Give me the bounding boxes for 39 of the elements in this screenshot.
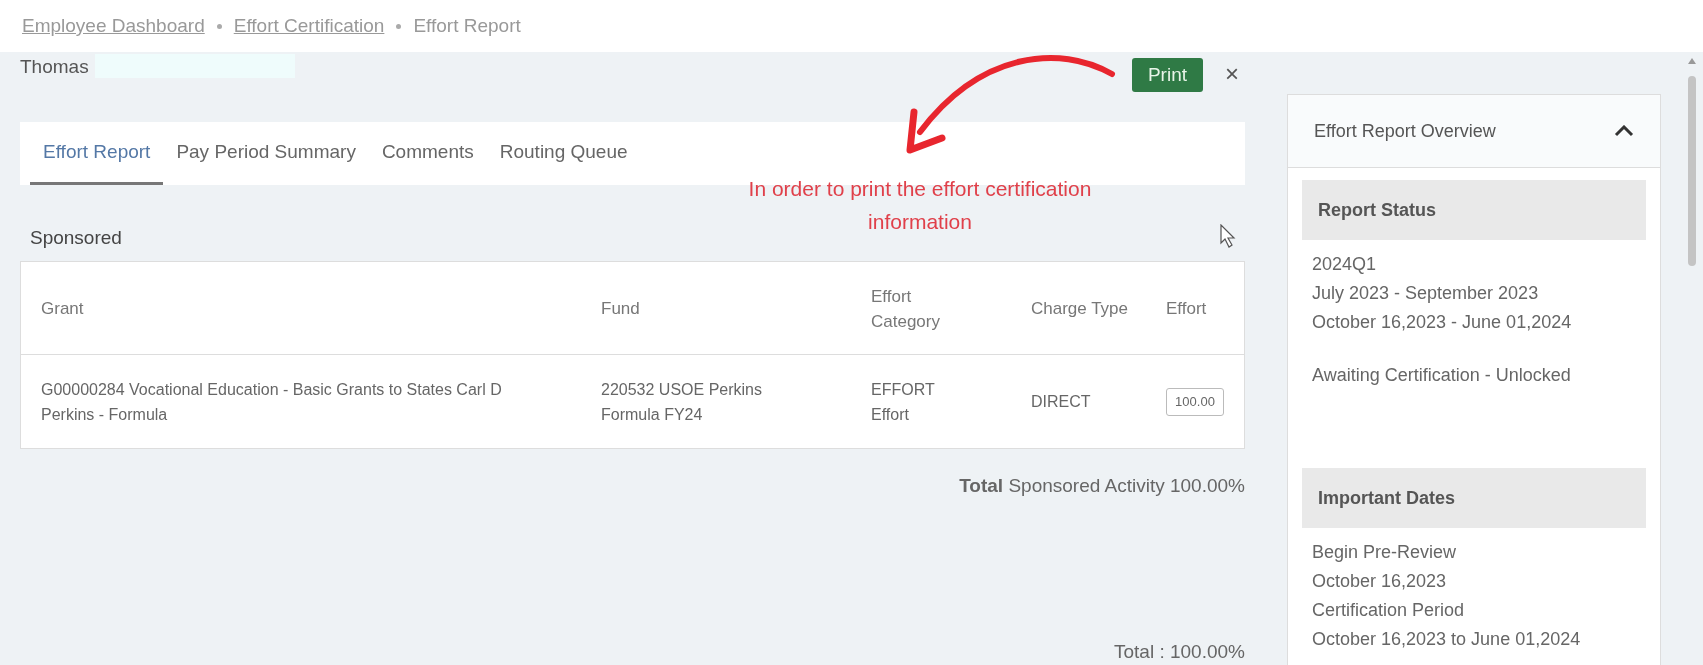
table-cell-text: EFFORT Effort <box>870 379 936 425</box>
overview-text: July 2023 - September 2023 <box>1311 282 1540 305</box>
annotation-text: In order to print the effort certification information <box>747 176 1093 235</box>
tab[interactable]: Routing Queue <box>486 122 641 185</box>
overview-text: Certification Period <box>1311 599 1466 622</box>
grand-total: Total : 100.00% <box>1113 641 1245 663</box>
table-cell-text: 220532 USOE Perkins Formula FY24 <box>600 379 763 425</box>
mouse-pointer-icon <box>1220 224 1236 248</box>
breadcrumb-separator <box>216 23 222 29</box>
scroll-up-icon[interactable] <box>1688 58 1696 64</box>
overview-text: October 16,2023 - June 01,2024 <box>1311 311 1573 334</box>
section-heading: Important Dates <box>1302 468 1646 528</box>
tab[interactable]: Pay Period Summary <box>163 122 369 185</box>
print-button[interactable]: Print <box>1131 58 1203 92</box>
column-header: Charge Type <box>1030 298 1130 320</box>
effort-input[interactable]: 100.00 <box>1166 387 1224 416</box>
column-header: Grant <box>40 298 85 320</box>
overview-text: October 16,2023 <box>1311 570 1448 593</box>
status-text: Awaiting Certification - Unlocked <box>1311 364 1572 387</box>
overview-text: 2024Q1 <box>1311 253 1378 276</box>
close-button[interactable]: × <box>1221 62 1243 86</box>
tab[interactable]: Effort Report <box>30 122 164 185</box>
breadcrumb-text: Effort Report <box>413 15 521 37</box>
tab[interactable]: Comments <box>368 122 487 185</box>
table-cell-text: G00000284 Vocational Education - Basic Grants to States Carl D Perkins - Formula <box>40 379 503 425</box>
sponsored-total: Total Sponsored Activity 100.00% <box>958 475 1245 497</box>
overview-header[interactable]: Effort Report Overview <box>1288 95 1660 168</box>
section-title: Sponsored <box>30 227 122 249</box>
column-header: Effort Category <box>870 285 941 333</box>
scrollbar-thumb[interactable] <box>1688 76 1696 266</box>
breadcrumb-link[interactable]: Effort Certification <box>233 15 385 37</box>
column-header: Effort <box>1165 298 1208 320</box>
section-heading: Report Status <box>1302 180 1646 240</box>
column-header: Fund <box>600 298 641 320</box>
overview-text: Begin Pre-Review <box>1311 541 1458 564</box>
breadcrumb-separator <box>396 23 402 29</box>
table-cell-text: DIRECT <box>1030 392 1092 412</box>
employee-name: Thomas <box>20 56 89 78</box>
overview-text: October 16,2023 to June 01,2024 <box>1311 628 1582 651</box>
